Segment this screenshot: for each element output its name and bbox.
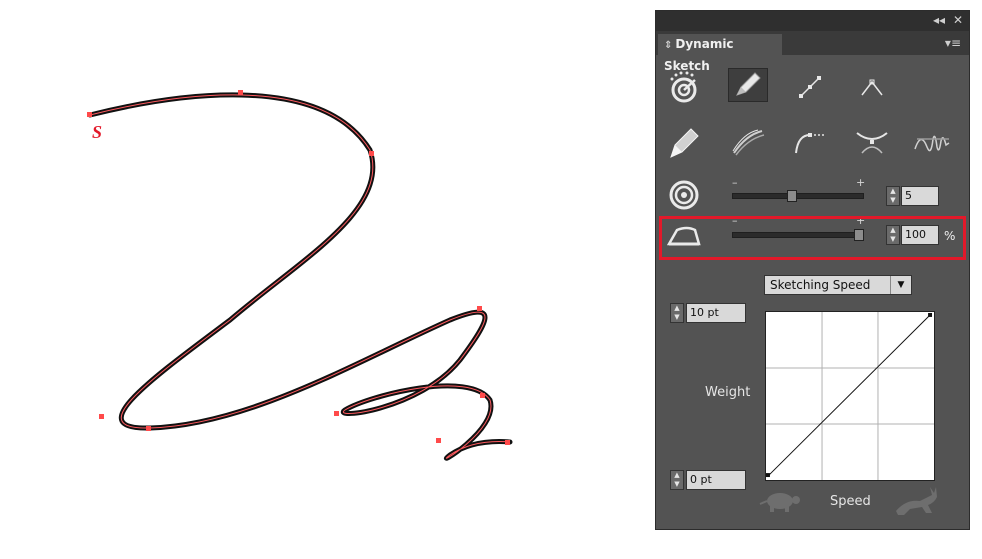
tab-dynamic-sketch[interactable]: ⇕ Dynamic Sketch — [658, 34, 782, 73]
stroke-path-overlay — [89, 94, 511, 459]
tab-toggle-icon: ⇕ — [664, 40, 673, 51]
precision-slider-thumb[interactable] — [786, 190, 797, 202]
speed-weight-graph[interactable] — [765, 311, 935, 481]
recognition-tool-button[interactable] — [664, 70, 704, 104]
weight-max-field[interactable]: 10 pt — [686, 303, 746, 323]
speed-axis-label: Speed — [830, 494, 871, 509]
drawing-canvas[interactable]: S — [0, 0, 640, 559]
panel-tabbar: ⇕ Dynamic Sketch ▾≡ — [656, 31, 969, 73]
curve-start-handle[interactable] — [766, 473, 770, 478]
pencil-tool-button[interactable] — [728, 68, 768, 102]
weight-max-stepper[interactable]: ▲ ▼ — [670, 303, 684, 323]
concentric-circles-icon — [669, 180, 699, 210]
weight-axis-label: Weight — [705, 385, 751, 400]
weight-curve[interactable] — [767, 314, 931, 477]
weight-min-stepper[interactable]: ▲ ▼ — [670, 470, 684, 490]
cross-style-button[interactable] — [852, 125, 892, 159]
precision-minus-label: – — [732, 176, 738, 189]
precision-button[interactable] — [664, 178, 704, 212]
graph-mode-dropdown[interactable]: Sketching Speed ▼ — [764, 275, 912, 295]
pencil-icon — [736, 72, 761, 96]
precision-stepper[interactable]: ▲ ▼ — [886, 186, 900, 206]
line-segment-icon — [799, 76, 821, 98]
close-button[interactable]: ✕ — [953, 13, 963, 27]
panel-titlebar: ◂◂ ✕ — [656, 11, 969, 31]
target-dots-icon — [670, 71, 697, 103]
pen-nib-tool-button[interactable] — [664, 125, 704, 159]
collapse-button[interactable]: ◂◂ — [933, 13, 945, 27]
precision-slider[interactable] — [732, 193, 864, 199]
sketched-stroke[interactable] — [87, 92, 513, 461]
scribble-style-button[interactable] — [912, 125, 952, 159]
scribble-icon — [914, 135, 950, 152]
smoothing-highlight-box — [659, 216, 966, 260]
chevron-down-icon: ▼ — [890, 276, 911, 294]
strokes-icon — [732, 129, 765, 156]
graph-grid — [766, 312, 934, 480]
precision-plus-label: + — [856, 176, 866, 189]
graph-mode-selected: Sketching Speed — [770, 278, 871, 292]
panel-menu-icon[interactable]: ▾≡ — [945, 36, 961, 50]
straight-segment-tool-button[interactable] — [790, 70, 830, 104]
corner-icon — [861, 79, 883, 96]
rabbit-icon — [896, 487, 937, 515]
tab-label: Dynamic Sketch — [664, 37, 734, 73]
precision-value-field[interactable]: 5 — [901, 186, 939, 206]
start-marker: S — [92, 122, 102, 142]
turtle-icon — [759, 493, 800, 512]
weight-min-field[interactable]: 0 pt — [686, 470, 746, 490]
curve-dotted-icon — [795, 133, 826, 154]
curve-end-handle[interactable] — [928, 312, 933, 317]
curve-style-button[interactable] — [790, 125, 830, 159]
pen-nib-icon — [670, 128, 699, 158]
cross-curve-icon — [856, 132, 888, 154]
corner-tool-button[interactable] — [852, 70, 892, 104]
strokes-style-button[interactable] — [728, 125, 768, 159]
